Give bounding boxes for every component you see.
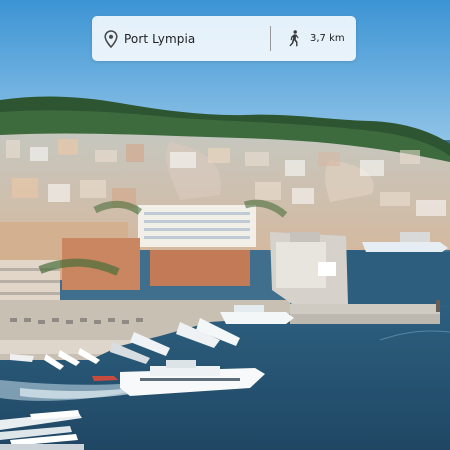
distance-label: 3,7 km [310, 33, 345, 44]
map-pin-icon [104, 29, 118, 48]
divider [270, 26, 271, 51]
distance-section: 3,7 km [288, 30, 345, 47]
place-section: Port Lympia [92, 29, 270, 48]
aerial-harbor-photo [0, 0, 450, 450]
location-info-card: Port Lympia 3,7 km [92, 16, 356, 61]
walking-person-icon [289, 30, 299, 47]
place-name-label: Port Lympia [124, 31, 196, 46]
